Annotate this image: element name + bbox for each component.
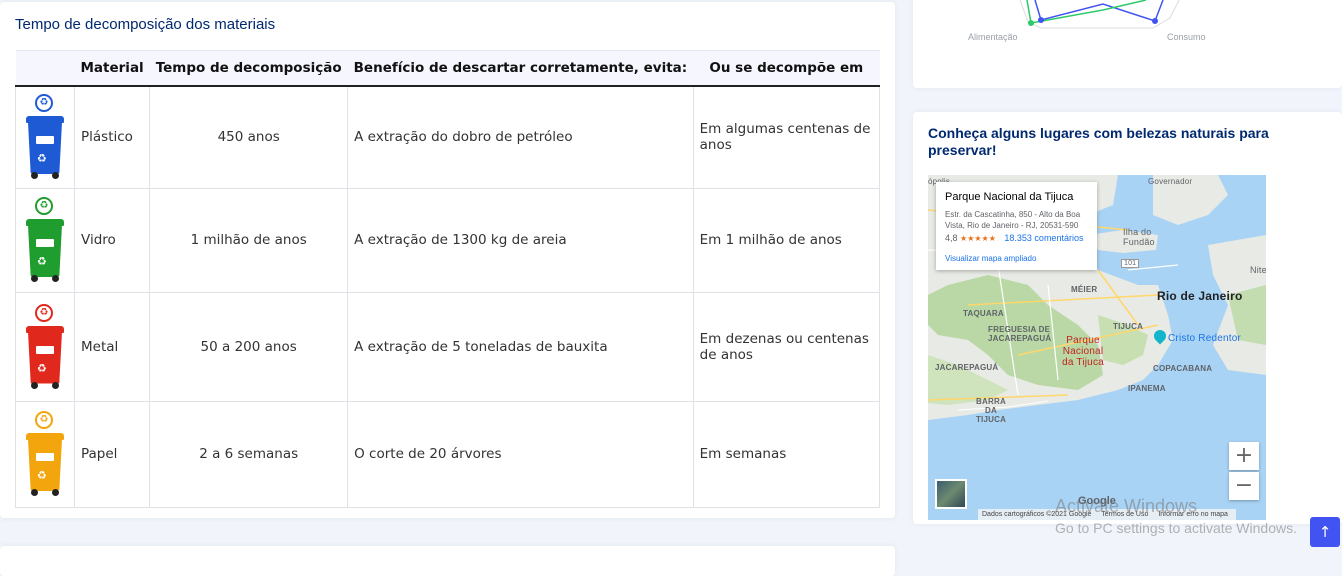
map-info-window: Parque Nacional da Tijuca Estr. da Casca… <box>936 182 1097 270</box>
map-label-niteroi: Nite <box>1250 265 1266 275</box>
benefit-cell: A extração do dobro de petróleo <box>347 85 694 189</box>
activate-windows-watermark: Activate Windows Go to PC settings to ac… <box>1055 496 1297 536</box>
recycle-bin-green-icon: ♻ ♻ <box>23 197 67 283</box>
map-label-meier: MÉIER <box>1071 285 1098 294</box>
recycle-bin-blue-icon: ♻ ♻ <box>23 94 67 180</box>
bin-cell: ♻ ♻ <box>15 400 75 508</box>
benefit-cell: A extração de 1300 kg de areia <box>347 187 694 293</box>
map-label-barra-da-tijuca: BARRA DA TIJUCA <box>975 397 1007 424</box>
map-label-governador: Governador <box>1148 177 1193 186</box>
table-row: ♻ ♻ Metal 50 a 200 anos A extração de 5 … <box>15 291 881 402</box>
next-card <box>0 546 895 576</box>
benefit-cell: O corte de 20 árvores <box>347 400 694 508</box>
google-map[interactable]: Governador ópolis Ilha do Fundão 101 Nit… <box>928 175 1266 520</box>
table-header-row: Material Tempo de decomposição Benefício… <box>15 50 880 87</box>
radar-axis-label-alimentacao: Alimentação <box>968 32 1018 42</box>
radar-point <box>1028 20 1034 26</box>
map-label-tijuca: TIJUCA <box>1113 322 1144 331</box>
decomposes-in-cell: Em 1 milhão de anos <box>692 187 881 293</box>
bin-cell: ♻ ♻ <box>15 187 75 293</box>
materials-card-title: Tempo de decomposição dos materiais <box>15 16 276 33</box>
materials-card: Tempo de decomposição dos materiais Mate… <box>0 2 895 518</box>
header-decomposes-in: Ou se decompõe em <box>693 50 880 87</box>
map-label-jacarepagua: JACAREPAGUÁ <box>935 363 999 372</box>
radar-point <box>1152 18 1158 24</box>
benefit-cell: A extração de 5 toneladas de bauxita <box>347 291 694 402</box>
places-card: Conheça alguns lugares com belezas natur… <box>913 112 1342 524</box>
table-row: ♻ ♻ Vidro 1 milhão de anos A extração de… <box>15 187 881 293</box>
material-cell: Metal <box>73 291 151 402</box>
info-window-title: Parque Nacional da Tijuca <box>945 191 1074 203</box>
table-row: ♻ ♻ Plástico 450 anos A extração do dobr… <box>15 85 881 189</box>
material-cell: Papel <box>73 400 151 508</box>
reviews-link[interactable]: 18.353 comentários <box>1004 233 1083 243</box>
rating-stars-icon: ★★★★★ <box>960 234 996 243</box>
view-larger-map-link[interactable]: Visualizar mapa ampliado <box>945 254 1036 263</box>
map-label-rio-de-janeiro: Rio de Janeiro <box>1157 289 1243 303</box>
material-cell: Plástico <box>73 85 151 189</box>
time-cell: 450 anos <box>149 85 349 189</box>
places-card-title: Conheça alguns lugares com belezas natur… <box>928 125 1269 158</box>
info-window-address: Estr. da Cascatinha, 850 - Alto da Boa V… <box>945 210 1081 230</box>
activate-windows-line2: Go to PC settings to activate Windows. <box>1055 520 1297 536</box>
recycle-bin-yellow-icon: ♻ ♻ <box>23 411 67 497</box>
header-icon <box>15 50 75 87</box>
header-benefit: Benefício de descartar corretamente, evi… <box>347 50 694 87</box>
radar-chart <box>1019 0 1180 29</box>
activate-windows-line1: Activate Windows <box>1055 496 1198 516</box>
map-label-cristo-redentor: Cristo Redentor <box>1168 333 1242 344</box>
map-label-copacabana: COPACABANA <box>1153 364 1213 373</box>
table-row: ♻ ♻ Papel 2 a 6 semanas O corte de 20 ár… <box>15 400 881 508</box>
map-label-ilha-do-fundao: Ilha do Fundão <box>1123 227 1155 247</box>
material-cell: Vidro <box>73 187 151 293</box>
materials-table: Material Tempo de decomposição Benefício… <box>15 50 881 508</box>
rating-value: 4,8 <box>945 233 958 243</box>
radar-axis-label-consumo: Consumo <box>1167 32 1206 42</box>
bin-cell: ♻ ♻ <box>15 85 75 189</box>
back-to-top-button[interactable]: ↑ <box>1310 517 1340 547</box>
map-label-ipanema: IPANEMA <box>1128 384 1166 393</box>
map-label-freguesia: FREGUESIA DE JACAREPAGUÁ <box>988 325 1052 343</box>
satellite-view-toggle[interactable] <box>935 479 967 509</box>
time-cell: 2 a 6 semanas <box>149 400 349 508</box>
header-material: Material <box>74 50 150 87</box>
radar-chart-card: Alimentação Consumo <box>913 0 1342 88</box>
recycle-bin-red-icon: ♻ ♻ <box>23 303 67 390</box>
time-cell: 50 a 200 anos <box>149 291 349 402</box>
time-cell: 1 milhão de anos <box>149 187 349 293</box>
map-label-route-101: 101 <box>1121 259 1140 268</box>
decomposes-in-cell: Em algumas centenas de anos <box>692 85 881 189</box>
map-label-taquara: TAQUARA <box>963 309 1004 318</box>
bin-cell: ♻ ♻ <box>15 291 75 402</box>
radar-point <box>1038 17 1044 23</box>
map-label-parque-nacional: Parque Nacional da Tijuca <box>1062 335 1104 368</box>
zoom-in-button[interactable]: + <box>1229 442 1259 470</box>
decomposes-in-cell: Em semanas <box>692 400 881 508</box>
header-time: Tempo de decomposição <box>149 50 348 87</box>
info-window-rating: 4,8 ★★★★★ 18.353 comentários <box>945 233 1083 243</box>
decomposes-in-cell: Em dezenas ou centenas de anos <box>692 291 881 402</box>
